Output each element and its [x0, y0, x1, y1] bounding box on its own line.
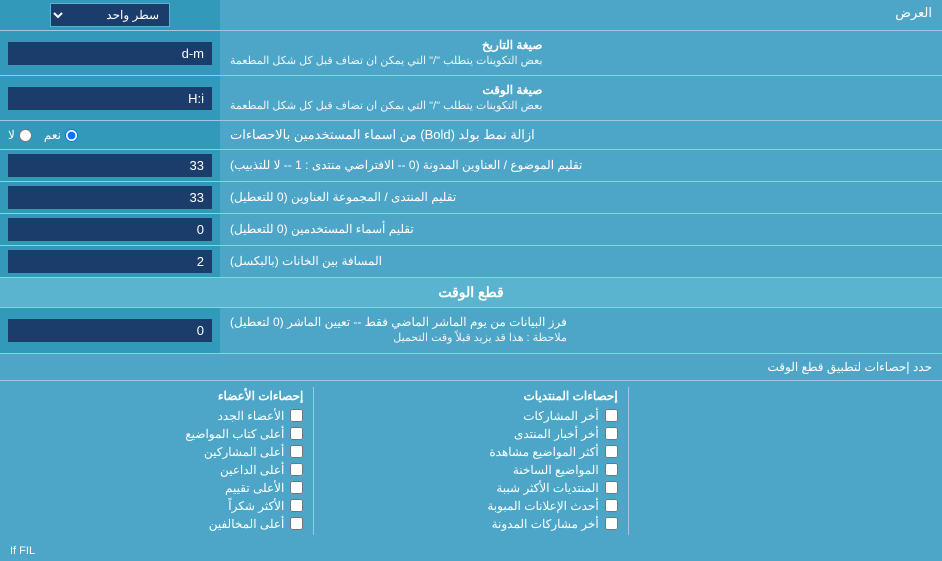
topics-per-forum-input[interactable] [8, 154, 212, 177]
date-format-input[interactable] [8, 42, 212, 65]
checkbox-columns: إحصاءات المنتديات أخر المشاركات أخر أخبا… [0, 381, 942, 541]
col-stats-limit [628, 387, 942, 535]
cb-most-viewed-input[interactable] [605, 445, 618, 458]
display-select-cell: سطر واحدسطرينثلاثة أسطر [0, 0, 220, 30]
column-space-input[interactable] [8, 250, 212, 273]
cutoff-label: فرز البيانات من يوم الماشر الماضي فقط --… [220, 308, 942, 352]
cb-classifieds-input[interactable] [605, 499, 618, 512]
cutoff-limit-row: حدد إحصاءات لتطبيق قطع الوقت [0, 354, 942, 381]
cb-most-thanked: الأكثر شكراً [10, 497, 303, 515]
date-format-input-cell [0, 31, 220, 75]
cb-most-viewed: أكثر المواضيع مشاهدة [324, 443, 617, 461]
cutoff-section-header: قطع الوقت [0, 278, 942, 308]
topics-per-group-label: تقليم المنتدى / المجموعة العناوين (0 للت… [220, 182, 942, 213]
footer-note: If FIL [0, 541, 942, 561]
cb-most-thanked-input[interactable] [290, 499, 303, 512]
usernames-label: تقليم أسماء المستخدمين (0 للتعطيل) [220, 214, 942, 245]
bold-yes-radio[interactable] [65, 129, 78, 142]
column-space-input-cell [0, 246, 220, 277]
cb-top-inviters-input[interactable] [290, 463, 303, 476]
bold-label: ازالة نمط بولد (Bold) من اسماء المستخدمي… [220, 121, 942, 149]
display-select[interactable]: سطر واحدسطرينثلاثة أسطر [50, 3, 170, 27]
time-format-input[interactable] [8, 87, 212, 110]
time-format-input-cell [0, 76, 220, 120]
cb-hot-topics-input[interactable] [605, 463, 618, 476]
cb-top-violators-input[interactable] [290, 517, 303, 530]
bold-yes-option[interactable]: نعم [44, 128, 78, 142]
cb-top-topic-writers-input[interactable] [290, 427, 303, 440]
col1-title: إحصاءات الأعضاء [10, 389, 303, 403]
cutoff-input-cell [0, 308, 220, 352]
cb-forum-news-input[interactable] [605, 427, 618, 440]
cb-classifieds: أحدث الإعلانات المبوبة [324, 497, 617, 515]
cb-new-members-input[interactable] [290, 409, 303, 422]
column-space-label: المسافة بين الخانات (بالبكسل) [220, 246, 942, 277]
time-format-label: صيغة الوقت بعض التكوينات يتطلب "/" التي … [220, 76, 942, 120]
usernames-input-cell [0, 214, 220, 245]
topics-per-forum-label: تقليم الموضوع / العناوين المدونة (0 -- ا… [220, 150, 942, 181]
topics-per-group-row: تقليم المنتدى / المجموعة العناوين (0 للت… [0, 182, 942, 214]
cb-hot-topics: المواضيع الساخنة [324, 461, 617, 479]
topics-per-forum-input-cell [0, 150, 220, 181]
display-row: العرض سطر واحدسطرينثلاثة أسطر [0, 0, 942, 31]
col2-title: إحصاءات المنتديات [324, 389, 617, 403]
cb-popular-forums: المنتديات الأكثر شببة [324, 479, 617, 497]
time-format-row: صيغة الوقت بعض التكوينات يتطلب "/" التي … [0, 76, 942, 121]
cb-top-posters: أعلى المشاركين [10, 443, 303, 461]
cb-top-inviters: أعلى الداعين [10, 461, 303, 479]
cb-top-violators: أعلى المخالفين [10, 515, 303, 533]
cutoff-limit-label: حدد إحصاءات لتطبيق قطع الوقت [0, 354, 942, 380]
bold-row: ازالة نمط بولد (Bold) من اسماء المستخدمي… [0, 121, 942, 150]
cb-top-posters-input[interactable] [290, 445, 303, 458]
cb-popular-forums-input[interactable] [605, 481, 618, 494]
cb-top-topic-writers: أعلى كتاب المواضيع [10, 425, 303, 443]
cb-new-members: الأعضاء الجدد [10, 407, 303, 425]
topics-per-group-input[interactable] [8, 186, 212, 209]
display-label: العرض [220, 0, 942, 30]
bold-no-option[interactable]: لا [8, 128, 32, 142]
cb-last-posts-input[interactable] [605, 409, 618, 422]
cb-blog-posts: أخر مشاركات المدونة [324, 515, 617, 533]
checkboxes-section: إحصاءات المنتديات أخر المشاركات أخر أخبا… [0, 381, 942, 561]
column-space-row: المسافة بين الخانات (بالبكسل) [0, 246, 942, 278]
cutoff-row: فرز البيانات من يوم الماشر الماضي فقط --… [0, 308, 942, 353]
cb-top-rated-input[interactable] [290, 481, 303, 494]
usernames-input[interactable] [8, 218, 212, 241]
cb-blog-posts-input[interactable] [605, 517, 618, 530]
topics-per-forum-row: تقليم الموضوع / العناوين المدونة (0 -- ا… [0, 150, 942, 182]
bold-no-radio[interactable] [19, 129, 32, 142]
cb-last-posts: أخر المشاركات [324, 407, 617, 425]
cutoff-input[interactable] [8, 319, 212, 342]
date-format-label: صيغة التاريخ بعض التكوينات يتطلب "/" الت… [220, 31, 942, 75]
cb-forum-news: أخر أخبار المنتدى [324, 425, 617, 443]
col-member-stats: إحصاءات الأعضاء الأعضاء الجدد أعلى كتاب … [0, 387, 313, 535]
usernames-row: تقليم أسماء المستخدمين (0 للتعطيل) [0, 214, 942, 246]
topics-per-group-input-cell [0, 182, 220, 213]
col-forum-stats: إحصاءات المنتديات أخر المشاركات أخر أخبا… [313, 387, 627, 535]
date-format-row: صيغة التاريخ بعض التكوينات يتطلب "/" الت… [0, 31, 942, 76]
bold-input-cell: نعم لا [0, 121, 220, 149]
cb-top-rated: الأعلى تقييم [10, 479, 303, 497]
